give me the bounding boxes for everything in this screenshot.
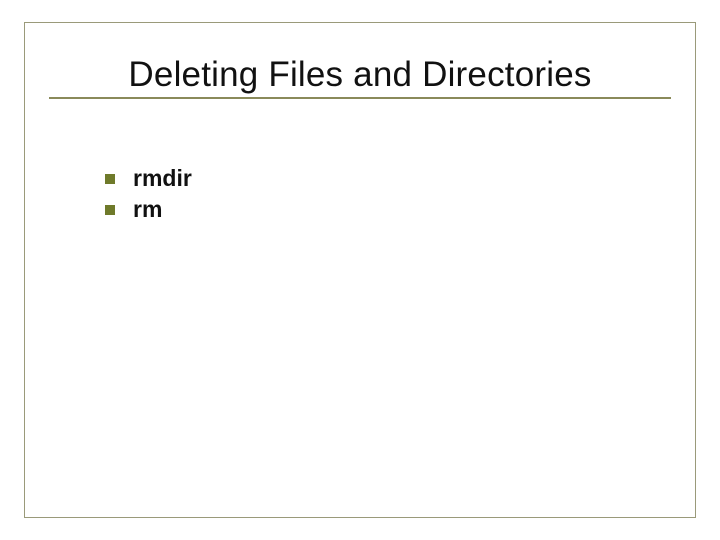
list-item: rm bbox=[105, 196, 192, 223]
square-bullet-icon bbox=[105, 205, 115, 215]
title-underline bbox=[49, 97, 671, 99]
bullet-list: rmdir rm bbox=[105, 165, 192, 227]
bullet-text: rm bbox=[133, 196, 162, 223]
slide-frame: Deleting Files and Directories rmdir rm bbox=[24, 22, 696, 518]
slide-title: Deleting Files and Directories bbox=[25, 29, 695, 107]
square-bullet-icon bbox=[105, 174, 115, 184]
bullet-text: rmdir bbox=[133, 165, 192, 192]
title-area: Deleting Files and Directories bbox=[25, 29, 695, 107]
list-item: rmdir bbox=[105, 165, 192, 192]
